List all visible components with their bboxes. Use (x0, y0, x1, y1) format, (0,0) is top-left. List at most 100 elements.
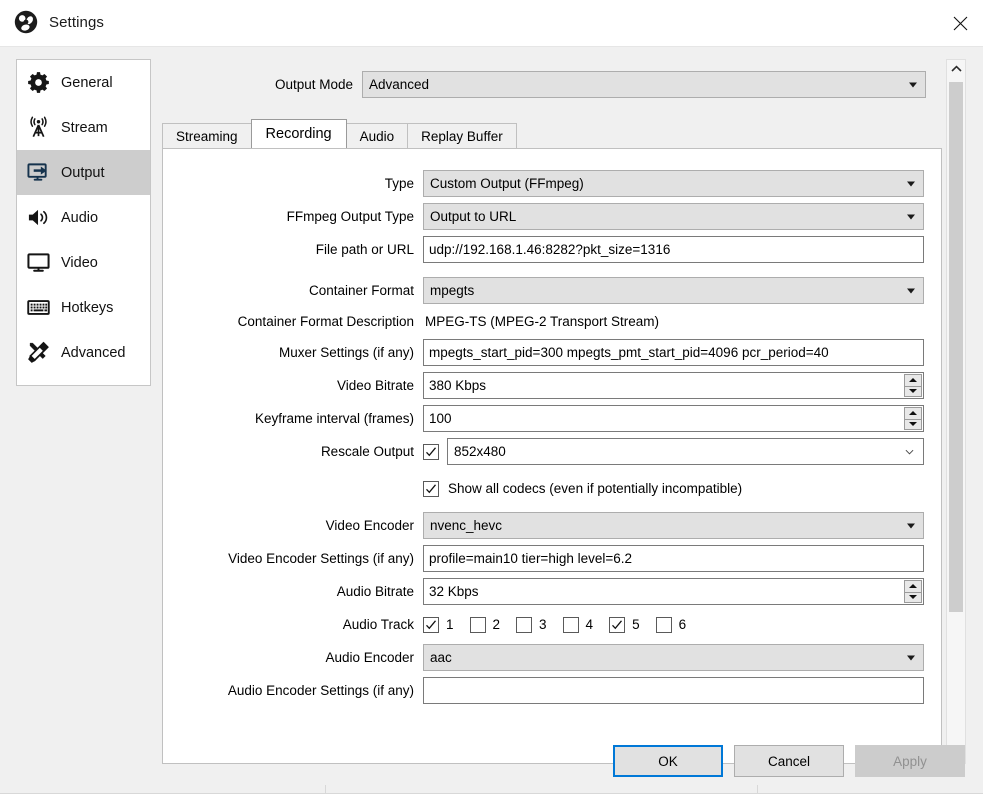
triangle-up-icon (909, 411, 917, 416)
audio-encoder-label: Audio Encoder (325, 650, 414, 665)
tab-audio[interactable]: Audio (345, 123, 409, 148)
audio-bitrate-spinbox[interactable]: 32 Kbps (423, 578, 924, 605)
sidebar-item-label: Output (61, 164, 105, 181)
show-all-codecs-checkbox[interactable] (423, 480, 439, 497)
triangle-up-icon (909, 378, 917, 383)
output-mode-combobox[interactable]: Advanced (362, 71, 926, 98)
audio-track-5: 5 (609, 616, 640, 633)
video-encoder-settings-value: profile=main10 tier=high level=6.2 (429, 551, 633, 566)
ffmpeg-output-type-combobox[interactable]: Output to URL (423, 203, 924, 230)
keyframe-interval-stepper[interactable] (904, 407, 922, 430)
sidebar-item-audio[interactable]: Audio (17, 195, 150, 240)
audio-track-2: 2 (469, 616, 501, 633)
tab-recording[interactable]: Recording (250, 119, 347, 148)
video-bitrate-value: 380 Kbps (429, 378, 487, 393)
triangle-down-icon (909, 422, 917, 427)
rescale-output-value: 852x480 (454, 444, 506, 459)
show-all-codecs-row: Show all codecs (even if potentially inc… (162, 475, 942, 502)
title-bar: Settings (0, 0, 983, 47)
chevron-down-icon (907, 523, 915, 528)
muxer-settings-label: Muxer Settings (if any) (278, 345, 414, 360)
audio-track-1-checkbox[interactable] (423, 616, 439, 633)
audio-track-2-label: 2 (492, 617, 501, 632)
audio-track-1: 1 (423, 616, 454, 633)
type-combobox[interactable]: Custom Output (FFmpeg) (423, 170, 924, 197)
checkmark-icon (426, 619, 437, 629)
file-path-row: File path or URL udp://192.168.1.46:8282… (162, 236, 942, 263)
audio-track-3-label: 3 (539, 617, 547, 632)
sidebar-item-stream[interactable]: Stream (17, 105, 150, 150)
sidebar-item-label: General (61, 74, 113, 91)
sidebar-item-output[interactable]: Output (17, 150, 150, 195)
audio-encoder-settings-input[interactable] (423, 677, 924, 704)
file-path-input[interactable]: udp://192.168.1.46:8282?pkt_size=1316 (423, 236, 924, 263)
show-all-codecs-label: Show all codecs (even if potentially inc… (448, 481, 743, 496)
monitor-icon (25, 250, 51, 276)
gear-icon (25, 70, 51, 96)
muxer-settings-value: mpegts_start_pid=300 mpegts_pmt_start_pi… (429, 345, 829, 360)
video-bitrate-spinbox[interactable]: 380 Kbps (423, 372, 924, 399)
audio-track-5-checkbox[interactable] (609, 616, 626, 633)
audio-track-4-label: 4 (585, 617, 594, 632)
content-scrollbar[interactable] (946, 59, 966, 764)
audio-track-2-checkbox[interactable] (469, 616, 486, 633)
close-icon (953, 16, 967, 30)
container-format-row: Container Format mpegts (162, 277, 942, 304)
video-encoder-row: Video Encoder nvenc_hevc (162, 512, 942, 539)
audio-encoder-value: aac (430, 650, 452, 665)
audio-encoder-combobox[interactable]: aac (423, 644, 924, 671)
video-encoder-settings-row: Video Encoder Settings (if any) profile=… (162, 545, 942, 572)
scroll-up-button[interactable] (947, 60, 965, 78)
tab-streaming[interactable]: Streaming (162, 123, 252, 148)
rescale-output-controls: 852x480 (423, 438, 924, 465)
type-row: Type Custom Output (FFmpeg) (162, 170, 942, 197)
stepper-up-button[interactable] (904, 374, 922, 386)
audio-bitrate-stepper[interactable] (904, 580, 922, 603)
container-format-combobox[interactable]: mpegts (423, 277, 924, 304)
audio-track-3: 3 (516, 616, 547, 633)
close-button[interactable] (937, 0, 983, 46)
audio-track-4-checkbox[interactable] (562, 616, 579, 633)
container-description-label: Container Format Description (237, 314, 414, 329)
chevron-down-icon (907, 214, 915, 219)
ffmpeg-output-type-value: Output to URL (430, 209, 517, 224)
triangle-down-icon (909, 389, 917, 394)
container-format-label: Container Format (308, 283, 414, 298)
sidebar-item-hotkeys[interactable]: Hotkeys (17, 285, 150, 330)
video-bitrate-stepper[interactable] (904, 374, 922, 397)
video-encoder-combobox[interactable]: nvenc_hevc (423, 512, 924, 539)
audio-track-6-checkbox[interactable] (655, 616, 672, 633)
obs-logo-icon (14, 10, 38, 34)
tab-bar: Streaming Recording Audio Replay Buffer (162, 119, 517, 148)
stepper-up-button[interactable] (904, 580, 922, 592)
audio-encoder-row: Audio Encoder aac (162, 644, 942, 671)
muxer-settings-input[interactable]: mpegts_start_pid=300 mpegts_pmt_start_pi… (423, 339, 924, 366)
sidebar-item-video[interactable]: Video (17, 240, 150, 285)
audio-track-checkboxes: 1 2 3 4 5 6 (423, 616, 924, 633)
audio-track-4: 4 (562, 616, 594, 633)
rescale-output-combobox[interactable]: 852x480 (447, 438, 924, 465)
sidebar-item-label: Advanced (61, 344, 126, 361)
sidebar-item-general[interactable]: General (17, 60, 150, 105)
video-encoder-settings-input[interactable]: profile=main10 tier=high level=6.2 (423, 545, 924, 572)
stepper-down-button[interactable] (904, 418, 922, 430)
rescale-output-checkbox[interactable] (423, 443, 439, 460)
settings-dialog-body: General Stream Output Audio Video Hotkey… (0, 47, 983, 794)
type-label: Type (384, 176, 414, 191)
scrollbar-thumb[interactable] (949, 82, 963, 612)
keyframe-interval-spinbox[interactable]: 100 (423, 405, 924, 432)
sidebar-item-advanced[interactable]: Advanced (17, 330, 150, 375)
speaker-icon (25, 205, 51, 231)
audio-track-3-checkbox[interactable] (516, 616, 533, 633)
tab-replay-buffer[interactable]: Replay Buffer (407, 123, 517, 148)
container-description-value: MPEG-TS (MPEG-2 Transport Stream) (425, 314, 660, 329)
stepper-down-button[interactable] (904, 591, 922, 603)
tab-label: Audio (359, 128, 395, 144)
checkmark-icon (426, 446, 437, 456)
sidebar-item-label: Video (61, 254, 98, 271)
stepper-down-button[interactable] (904, 385, 922, 397)
keyframe-interval-row: Keyframe interval (frames) 100 (162, 405, 942, 432)
stepper-up-button[interactable] (904, 407, 922, 419)
